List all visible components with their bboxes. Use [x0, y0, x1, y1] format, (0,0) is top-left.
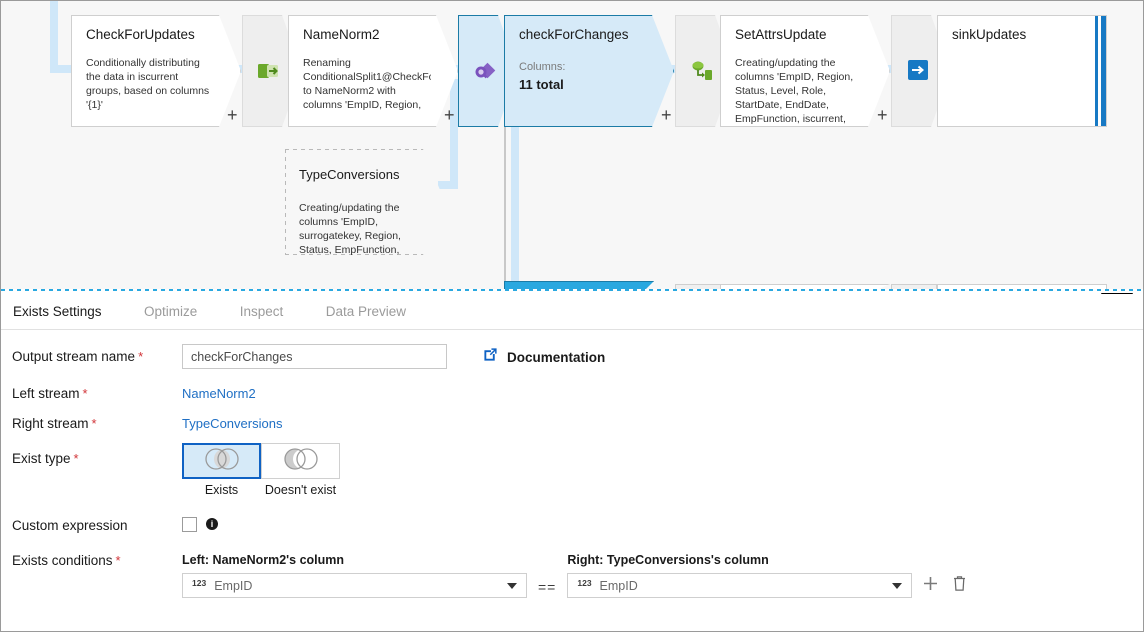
- venn-left-only-icon: [278, 446, 324, 477]
- row-custom-expression: Custom expression i: [1, 517, 1143, 533]
- label-text: Exist type: [12, 451, 71, 466]
- dataflow-editor-window: CheckForUpdates Conditionally distributi…: [0, 0, 1144, 632]
- exists-settings-form: Output stream name* Documentation Left s…: [1, 330, 1143, 598]
- label-text: Output stream name: [12, 349, 136, 364]
- exists-caption: Exists: [204, 483, 239, 497]
- chevron-down-icon: [507, 582, 517, 589]
- tab-exists-settings[interactable]: Exists Settings: [13, 294, 102, 330]
- derived-column-icon: [257, 60, 279, 82]
- sink-accent-bars: [1095, 16, 1107, 126]
- exists-button[interactable]: [182, 443, 261, 479]
- delete-condition-button[interactable]: [952, 574, 967, 597]
- label-exists-conditions: Exists conditions *: [12, 553, 182, 568]
- node-add-button-namenorm2[interactable]: +: [444, 106, 455, 124]
- node-description: Creating/updating the columns 'EmpID, Re…: [735, 57, 854, 125]
- node-title: NameNorm2: [303, 27, 380, 42]
- doesnt-exist-button[interactable]: [261, 443, 340, 479]
- condition-right-group: Right: TypeConversions's column 123 EmpI…: [567, 553, 913, 598]
- label-text: Right stream: [12, 416, 89, 431]
- dataflow-node-typeconversions[interactable]: TypeConversions Creating/updating the co…: [285, 149, 445, 255]
- connector-line-entry-vertical: [50, 1, 58, 73]
- add-condition-button[interactable]: [922, 574, 939, 597]
- node-title: SetAttrsUpdate: [735, 27, 827, 42]
- condition-right-header: Right: TypeConversions's column: [567, 553, 769, 567]
- doesnt-exist-caption: Doesn't exist: [264, 483, 337, 497]
- node-title: TypeConversions: [299, 167, 400, 182]
- documentation-link[interactable]: Documentation: [483, 347, 605, 367]
- sink-icon: [908, 60, 930, 82]
- condition-operator: ==: [538, 578, 557, 595]
- label-text: Custom expression: [12, 518, 128, 533]
- dataflow-node-sinkupdates[interactable]: sinkUpdates: [937, 15, 1107, 127]
- node-description: Creating/updating the columns 'EmpID, su…: [299, 202, 405, 284]
- left-column-select[interactable]: 123 EmpID: [182, 573, 527, 598]
- external-link-icon: [483, 347, 498, 367]
- required-asterisk: *: [91, 416, 97, 431]
- settings-panel: Exists Settings Optimize Inspect Data Pr…: [1, 294, 1143, 631]
- info-icon[interactable]: i: [206, 518, 218, 530]
- left-column-value: EmpID: [214, 578, 253, 593]
- required-asterisk: *: [115, 553, 121, 568]
- node-description: Renaming ConditionalSplit1@CheckForUpdat…: [303, 57, 429, 111]
- row-output-stream-name: Output stream name* Documentation: [1, 344, 1143, 369]
- condition-left-group: Left: NameNorm2's column 123 EmpID: [182, 553, 527, 598]
- label-right-stream: Right stream *: [12, 411, 182, 431]
- node-columns-value: 11 total: [519, 77, 564, 92]
- exists-join-icon: [473, 60, 495, 82]
- node-columns-label: Columns:: [519, 61, 566, 73]
- output-stream-name-input[interactable]: [182, 344, 447, 369]
- node-description: Conditionally distributing the data in i…: [86, 57, 210, 111]
- node-add-button-setattrsupdate[interactable]: +: [877, 106, 888, 124]
- dataflow-node-checkforchanges[interactable]: checkForChanges Columns: 11 total: [504, 15, 674, 127]
- panel-splitter[interactable]: [1, 289, 1143, 293]
- row-exists-conditions: Exists conditions * Left: NameNorm2's col…: [1, 553, 1143, 598]
- dataflow-canvas[interactable]: CheckForUpdates Conditionally distributi…: [1, 1, 1143, 289]
- node-title: sinkUpdates: [952, 27, 1027, 42]
- label-exist-type: Exist type *: [12, 443, 182, 466]
- tab-optimize[interactable]: Optimize: [144, 294, 197, 330]
- node-title: checkForChanges: [519, 27, 629, 42]
- dataflow-node-checkforupdates[interactable]: CheckForUpdates Conditionally distributi…: [71, 15, 241, 127]
- row-right-stream: Right stream * TypeConversions: [1, 411, 1143, 431]
- venn-intersect-icon: [199, 446, 245, 477]
- right-column-value: EmpID: [599, 578, 638, 593]
- documentation-label: Documentation: [507, 349, 606, 365]
- node-add-button-checkforupdates[interactable]: +: [227, 106, 238, 124]
- label-text: Left stream: [12, 386, 80, 401]
- right-column-select[interactable]: 123 EmpID: [567, 573, 913, 598]
- row-exist-type: Exist type * Exists Doesn't exist: [1, 443, 1143, 497]
- node-add-button-checkforchanges[interactable]: +: [661, 106, 672, 124]
- label-custom-expression: Custom expression: [12, 517, 182, 533]
- splitter-dashed-line: [1, 289, 1143, 291]
- node-title: CheckForUpdates: [86, 27, 195, 42]
- exist-type-option-exists[interactable]: Exists: [182, 443, 261, 497]
- required-asterisk: *: [73, 451, 79, 466]
- dataflow-node-setattrsupdate[interactable]: SetAttrsUpdate Creating/updating the col…: [720, 15, 890, 127]
- connector-line-typeconversions-vertical: [450, 79, 458, 189]
- dataflow-node-namenorm2[interactable]: NameNorm2 Renaming ConditionalSplit1@Che…: [288, 15, 458, 127]
- number-type-icon: 123: [577, 578, 592, 588]
- required-asterisk: *: [138, 349, 144, 364]
- left-stream-value[interactable]: NameNorm2: [182, 381, 256, 401]
- tab-inspect[interactable]: Inspect: [240, 294, 284, 330]
- dataflow-node-stub-selected[interactable]: [504, 281, 654, 289]
- custom-expression-checkbox[interactable]: [182, 517, 197, 532]
- number-type-icon: 123: [192, 578, 207, 588]
- label-text: Exists conditions: [12, 553, 113, 568]
- required-asterisk: *: [82, 386, 88, 401]
- condition-left-header: Left: NameNorm2's column: [182, 553, 345, 567]
- right-stream-value[interactable]: TypeConversions: [182, 411, 282, 431]
- settings-tabs: Exists Settings Optimize Inspect Data Pr…: [1, 294, 1143, 330]
- exist-type-option-doesnt-exist[interactable]: Doesn't exist: [261, 443, 340, 497]
- label-output-stream-name: Output stream name *: [12, 344, 182, 364]
- chevron-down-icon: [892, 582, 903, 589]
- connector-line-branch-vertical: [511, 123, 519, 289]
- row-left-stream: Left stream * NameNorm2: [1, 381, 1143, 401]
- tab-data-preview[interactable]: Data Preview: [326, 294, 406, 330]
- label-left-stream: Left stream *: [12, 381, 182, 401]
- exist-type-group: Exists Doesn't exist: [182, 443, 340, 497]
- derive-attrs-icon: [690, 60, 712, 82]
